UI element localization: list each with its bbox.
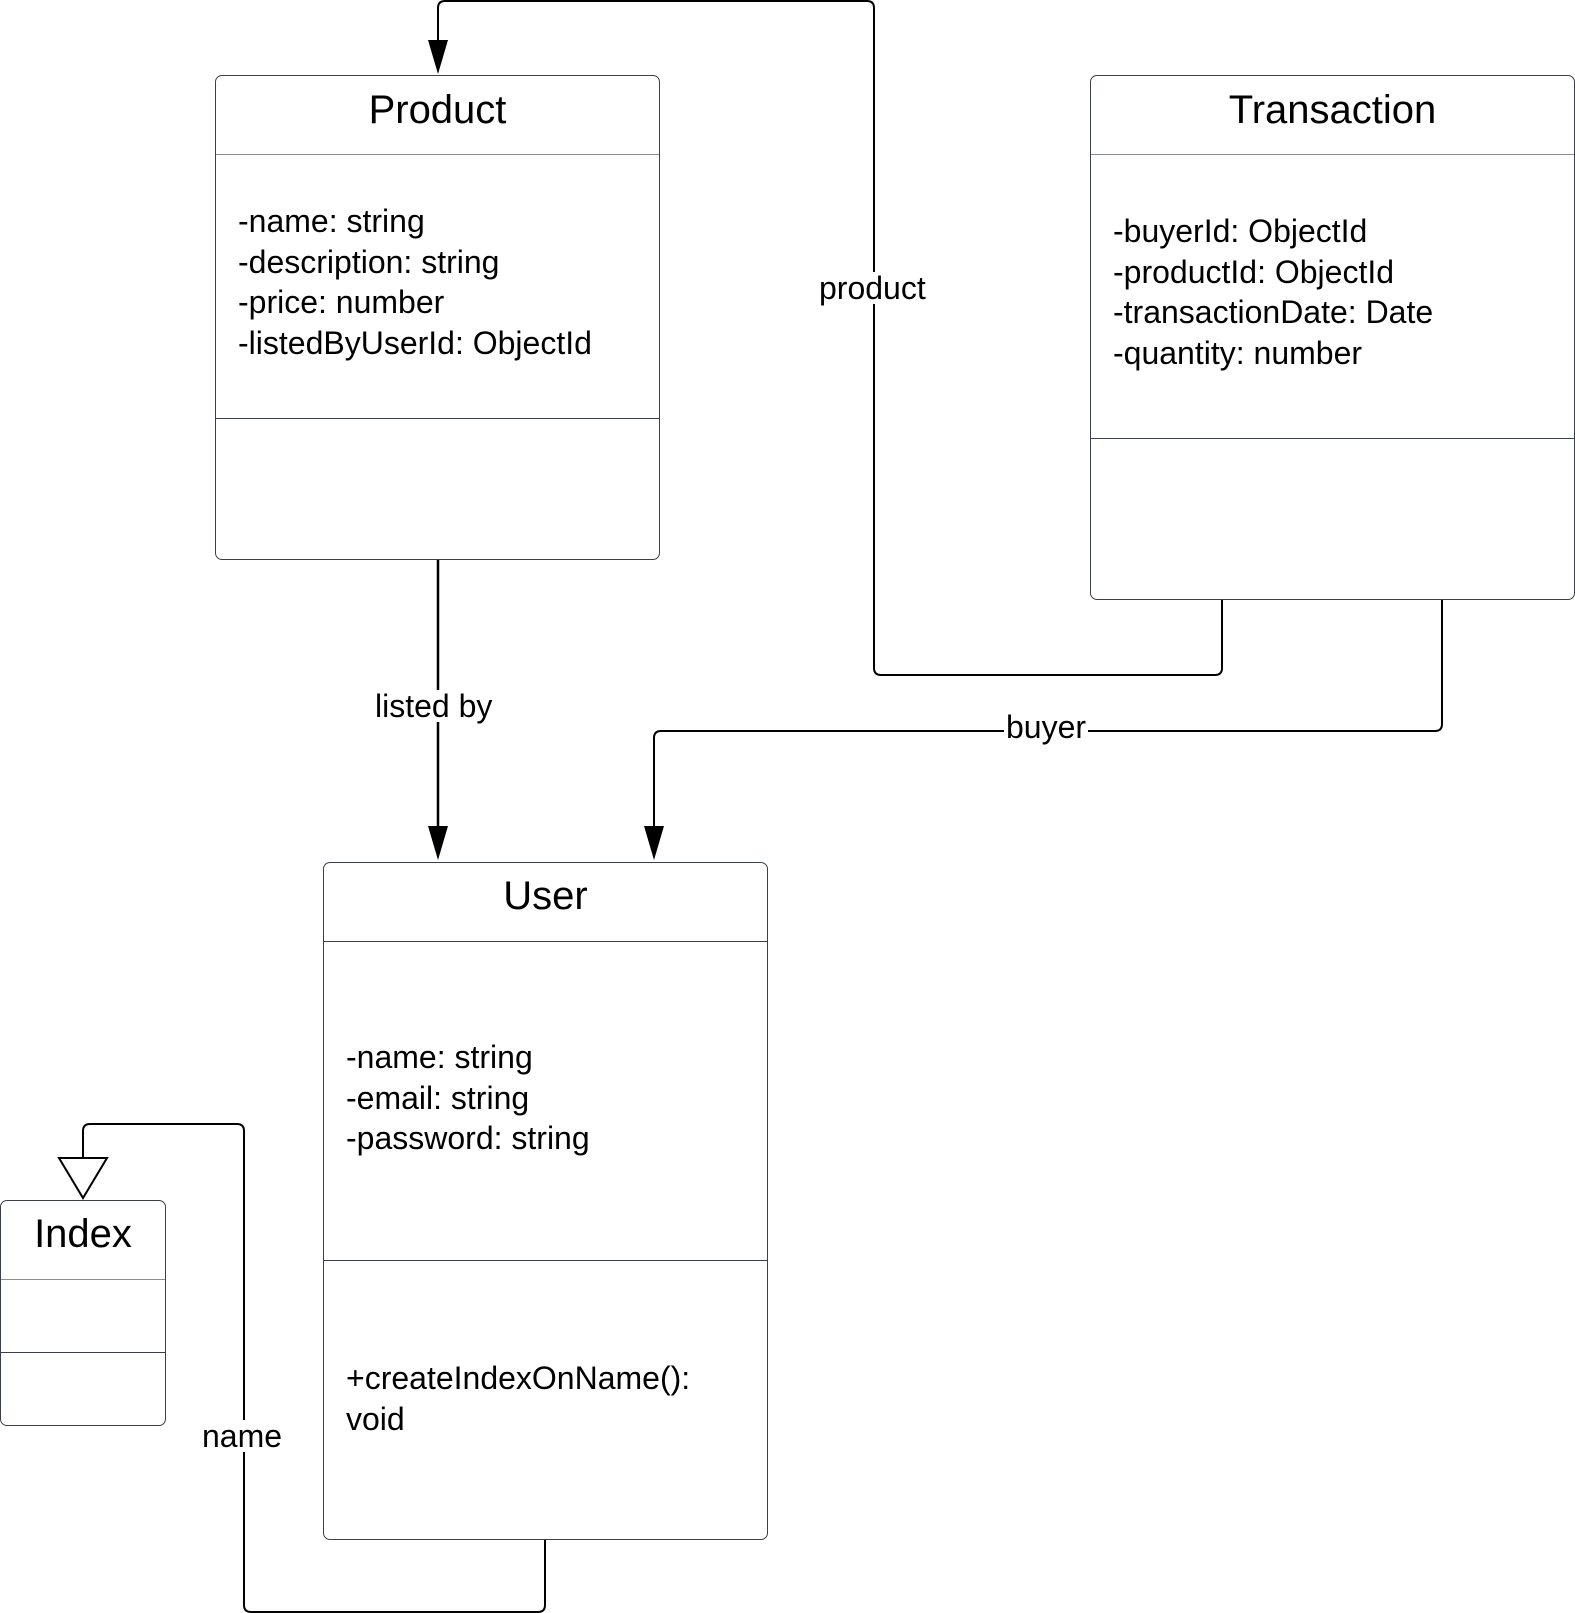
method: +createIndexOnName(): <box>346 1360 691 1396</box>
class-index-header-divider <box>1 1279 165 1280</box>
relationship-label-buyer: buyer <box>1004 709 1089 745</box>
arrowhead-buyer <box>644 826 664 860</box>
class-product-attributes: -name: string -description: string -pric… <box>238 201 651 363</box>
class-product-header-divider <box>216 154 659 155</box>
class-transaction-name: Transaction <box>1228 88 1437 132</box>
class-user-attributes: -name: string -email: string -password: … <box>346 1037 759 1159</box>
attribute: -name: string <box>346 1039 533 1075</box>
class-user-methods: +createIndexOnName(): void <box>346 1358 759 1439</box>
class-user[interactable]: User -name: string -email: string -passw… <box>323 862 768 1540</box>
class-transaction-header-divider <box>1091 154 1574 155</box>
attribute: -transactionDate: Date <box>1113 294 1434 330</box>
attribute: -productId: ObjectId <box>1113 253 1395 290</box>
attribute: -listedByUserId: ObjectId <box>238 324 592 361</box>
attribute: -name: string <box>238 203 425 239</box>
attribute: -buyerId: ObjectId <box>1113 213 1368 249</box>
class-product-name: Product <box>368 88 507 132</box>
attribute: -password: string <box>346 1120 590 1156</box>
class-user-name: User <box>503 874 588 918</box>
inheritance-triangle <box>57 1157 109 1200</box>
arrowhead-listed-by <box>428 826 448 860</box>
class-transaction-methods-divider <box>1091 438 1574 439</box>
attribute: -price: number <box>238 284 445 320</box>
class-product[interactable]: Product -name: string -description: stri… <box>215 75 660 560</box>
relationship-label-product: product <box>817 270 928 306</box>
class-user-methods-divider <box>324 1260 767 1261</box>
attribute: -quantity: number <box>1113 334 1363 371</box>
class-product-methods-divider <box>216 418 659 419</box>
class-index[interactable]: Index <box>0 1200 166 1426</box>
relationship-label-listed-by: listed by <box>373 688 495 724</box>
relationship-label-name: name <box>200 1418 285 1454</box>
class-transaction-attributes: -buyerId: ObjectId -productId: ObjectId … <box>1113 211 1566 373</box>
class-index-methods-divider <box>1 1352 165 1353</box>
attribute: -email: string <box>346 1079 530 1116</box>
method: void <box>346 1400 405 1437</box>
arrowhead-product <box>428 40 448 74</box>
class-user-header-divider <box>324 941 767 942</box>
attribute: -description: string <box>238 243 500 280</box>
class-index-name: Index <box>34 1212 132 1256</box>
class-transaction[interactable]: Transaction -buyerId: ObjectId -productI… <box>1090 75 1575 600</box>
